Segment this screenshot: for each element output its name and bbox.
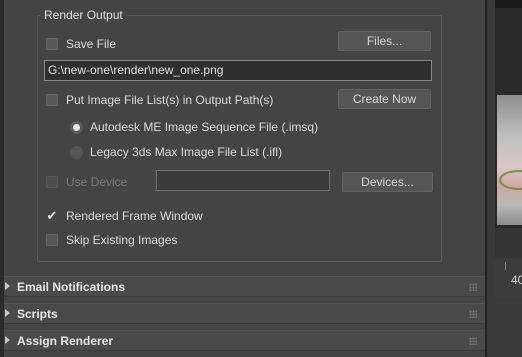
viewport-scene	[497, 95, 522, 225]
timeline-number: 40	[511, 273, 522, 287]
timeline-tick	[505, 262, 506, 270]
rollout-email-notifications[interactable]: Email Notifications	[4, 276, 485, 297]
rollout-title: Assign Renderer	[17, 334, 114, 348]
imsq-radio[interactable]	[70, 121, 83, 134]
create-now-button[interactable]: Create Now	[338, 89, 431, 109]
output-path-field[interactable]: G:\new-one\render\new_one.png	[44, 60, 432, 81]
ifl-radio[interactable]	[70, 146, 83, 159]
expand-triangle-icon	[5, 336, 10, 344]
timeline-bottom	[495, 298, 522, 357]
devices-button[interactable]: Devices...	[342, 172, 433, 192]
viewport-floor	[495, 228, 522, 258]
viewport-region[interactable]: 40	[495, 0, 522, 357]
expand-triangle-icon	[5, 309, 10, 317]
render-output-group	[37, 15, 442, 262]
skip-existing-images-checkbox[interactable]	[46, 234, 58, 246]
render-output-title: Render Output	[41, 8, 126, 22]
rollout-scripts[interactable]: Scripts	[4, 303, 485, 324]
put-image-list-checkbox[interactable]	[46, 94, 58, 106]
expand-triangle-icon	[5, 282, 10, 290]
viewport-top-bar	[495, 0, 522, 8]
panel-scrollbar[interactable]	[487, 0, 495, 357]
skip-existing-images-label: Skip Existing Images	[66, 233, 178, 247]
files-button[interactable]: Files...	[338, 31, 431, 51]
save-file-label: Save File	[66, 37, 117, 51]
rollout-title: Email Notifications	[17, 280, 126, 294]
rollout-title: Scripts	[17, 307, 58, 321]
imsq-radio-label: Autodesk ME Image Sequence File (.imsq)	[90, 120, 319, 134]
ifl-radio-label: Legacy 3ds Max Image File List (.ifl)	[90, 145, 283, 159]
grip-icon[interactable]	[469, 283, 477, 291]
rendered-frame-window-label: Rendered Frame Window	[66, 209, 203, 223]
save-file-checkbox[interactable]	[46, 38, 58, 50]
grip-icon[interactable]	[469, 310, 477, 318]
rendered-frame-window-checkbox[interactable]: ✔	[46, 209, 58, 222]
device-field[interactable]	[156, 170, 330, 191]
put-image-list-label: Put Image File List(s) in Output Path(s)	[66, 93, 274, 107]
rollout-assign-renderer[interactable]: Assign Renderer	[4, 330, 485, 351]
grip-icon[interactable]	[469, 337, 477, 345]
use-device-label: Use Device	[66, 175, 128, 189]
use-device-checkbox[interactable]	[46, 176, 58, 188]
